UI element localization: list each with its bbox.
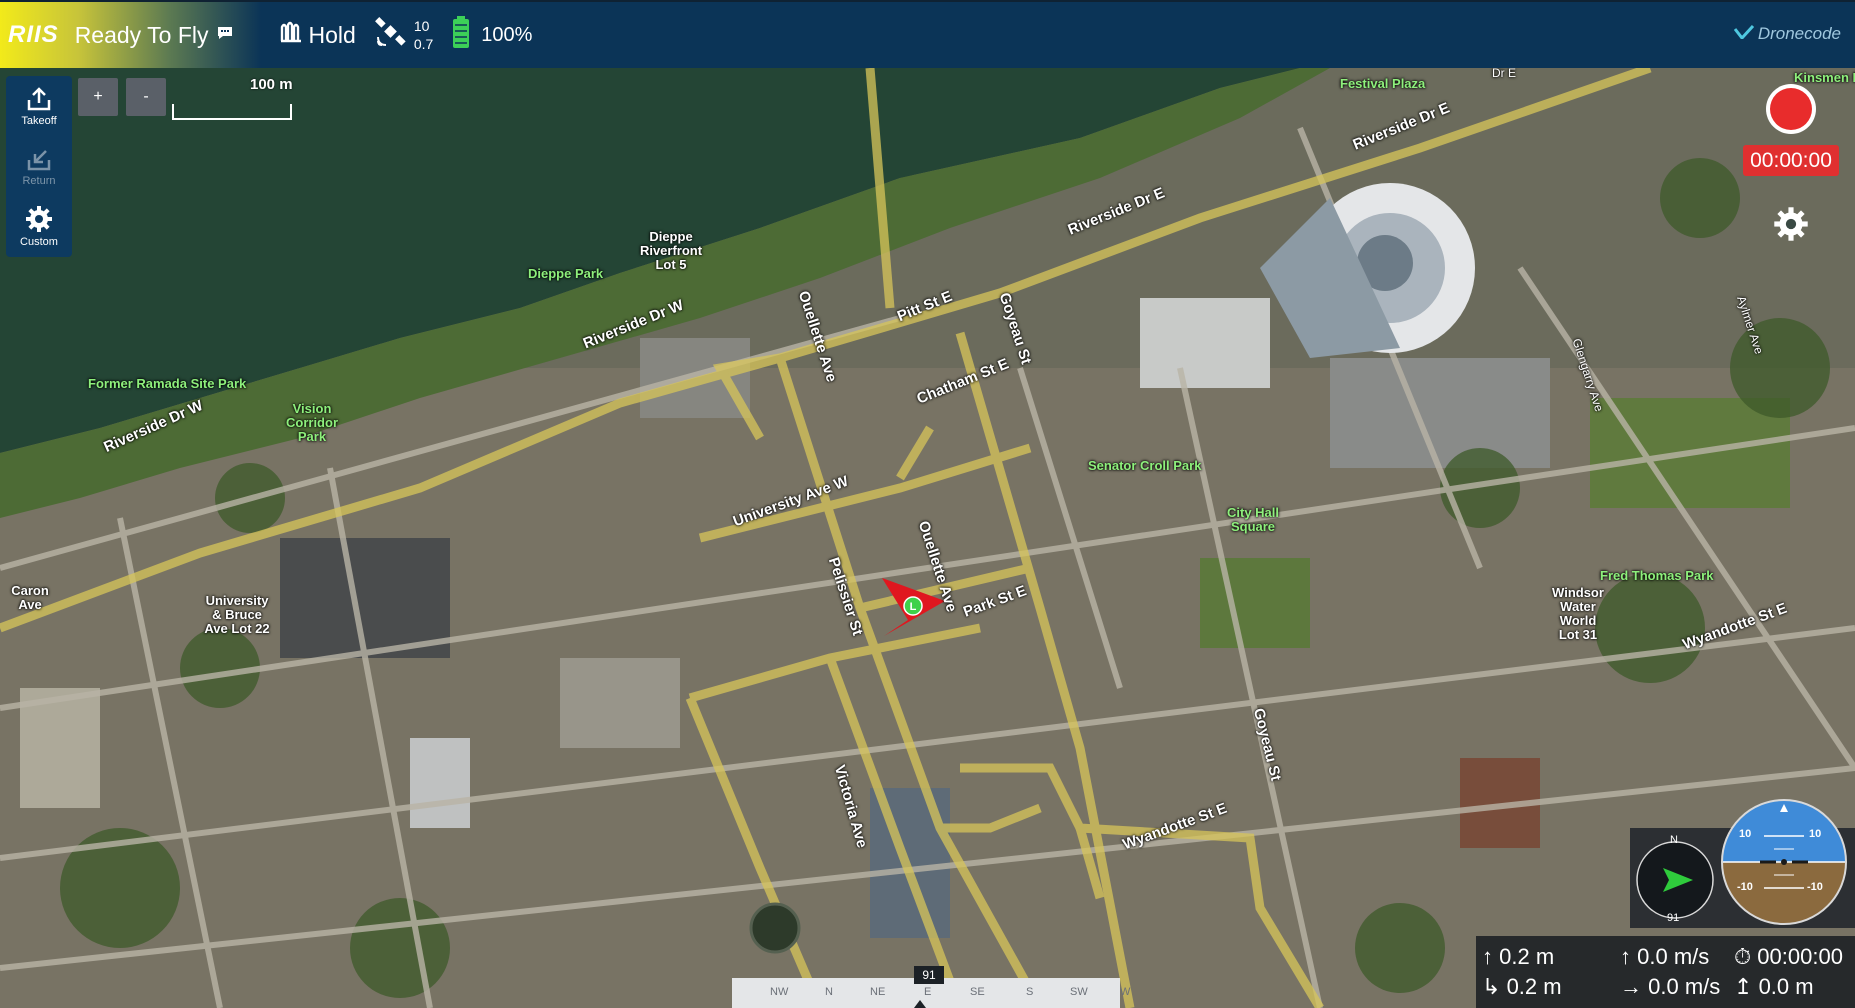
ground-speed-icon: →	[1620, 974, 1642, 999]
map-scale-label: 100 m	[250, 76, 293, 93]
pitch-up-right: 10	[1809, 828, 1822, 840]
battery-icon	[451, 15, 471, 55]
brand-name: Dronecode	[1757, 24, 1841, 43]
settings-gear-icon	[1773, 207, 1809, 246]
app-logo: RIIS	[8, 21, 59, 48]
compass-north: N	[1670, 834, 1678, 846]
gear-icon	[25, 205, 53, 236]
camera-settings-button[interactable]	[1773, 206, 1809, 242]
messages-icon[interactable]	[217, 26, 233, 45]
label-kinsmen-park: Kinsmen Par	[1794, 70, 1855, 85]
compass: N 91	[1633, 834, 1717, 924]
map-view[interactable]: L Festival Plaza Kinsmen Par Dieppe Park…	[0, 68, 1855, 1008]
flight-status[interactable]: Ready To Fly	[75, 22, 209, 49]
zoom-in-button[interactable]: +	[78, 78, 118, 116]
label-windsor-water: Windsor Water World Lot 31	[1552, 585, 1604, 642]
altitude-amsl: 0.2 m	[1506, 974, 1562, 999]
altitude-rel-row: ↑ 0.2 m	[1482, 944, 1554, 970]
distance: 0.0 m	[1758, 974, 1814, 999]
label-dieppe-park: Dieppe Park	[528, 266, 604, 281]
return-label: Return	[22, 174, 56, 187]
vertical-speed: 0.0 m/s	[1637, 944, 1710, 969]
altitude-rel: 0.2 m	[1499, 944, 1555, 969]
label-festival-plaza: Festival Plaza	[1340, 76, 1426, 91]
label-vision-corridor: Vision Corridor Park	[286, 401, 338, 444]
takeoff-button[interactable]: Takeoff	[6, 76, 72, 136]
top-toolbar: RIIS Ready To Fly Hold 10 0.7 100% Drone…	[0, 0, 1855, 68]
label-caron-ave: Caron Ave	[11, 583, 49, 612]
record-button[interactable]	[1766, 84, 1816, 134]
battery-indicator[interactable]: 100%	[451, 15, 532, 55]
pitch-down-left: -10	[1737, 881, 1753, 893]
vertical-speed-row: ↑ 0.0 m/s	[1620, 944, 1709, 970]
label-university-bruce: University & Bruce Ave Lot 22	[204, 593, 270, 636]
flight-mode[interactable]: Hold	[279, 21, 356, 49]
label-former-ramada: Former Ramada Site Park	[88, 376, 247, 391]
flight-mode-icon	[279, 21, 303, 49]
dronecode-icon	[1733, 24, 1754, 44]
attitude-indicator: 10 10 -10 -10	[1720, 798, 1848, 926]
flight-mode-label: Hold	[308, 21, 356, 48]
flight-time: 00:00:00	[1757, 944, 1843, 969]
record-icon	[1770, 88, 1812, 130]
zoom-out-button[interactable]: -	[126, 78, 166, 116]
return-icon	[26, 146, 52, 175]
pitch-down-right: -10	[1807, 881, 1823, 893]
label-senator-croll: Senator Croll Park	[1088, 458, 1202, 473]
telemetry-panel: ↑ 0.2 m ↳ 0.2 m ↑ 0.0 m/s → 0.0 m/s ⏱ 00…	[1476, 936, 1855, 1008]
record-timer: 00:00:00	[1743, 145, 1839, 176]
heading-w: W	[1120, 986, 1131, 998]
takeoff-label: Takeoff	[21, 114, 57, 127]
gps-satellite-count: 10	[413, 18, 430, 34]
compass-heading: 91	[1667, 912, 1680, 924]
brand-logo: Dronecode	[1733, 24, 1841, 44]
battery-percent: 100%	[481, 23, 533, 46]
label-dieppe-riverfront: Dieppe Riverfront Lot 5	[639, 229, 703, 272]
custom-button[interactable]: Custom	[6, 196, 72, 256]
pitch-up-left: 10	[1739, 828, 1752, 840]
tool-strip: Takeoff Return Custom	[6, 76, 72, 257]
label-fred-thomas: Fred Thomas Park	[1600, 568, 1714, 583]
gps-indicator[interactable]: 10 0.7	[374, 15, 433, 55]
label-city-hall-square: City Hall Square	[1226, 505, 1279, 534]
return-button[interactable]: Return	[6, 136, 72, 196]
distance-row: ↥ 0.0 m	[1734, 974, 1814, 1000]
altitude-amsl-row: ↳ 0.2 m	[1482, 974, 1562, 1000]
custom-label: Custom	[20, 235, 58, 248]
map-scale-bar	[172, 104, 292, 120]
svg-text:L: L	[910, 601, 917, 613]
logo-area: RIIS Ready To Fly	[0, 2, 261, 68]
heading-value: 91	[914, 966, 944, 984]
street-dr-e: Dr E	[1492, 68, 1516, 80]
home-distance-icon: ↥	[1734, 974, 1753, 999]
arrow-turn-icon: ↳	[1482, 974, 1501, 999]
vertical-speed-icon: ↑	[1620, 944, 1631, 969]
stopwatch-icon: ⏱	[1734, 944, 1752, 969]
gps-hdop: 0.7	[413, 36, 434, 52]
map-scale: 100 m	[172, 76, 296, 120]
flight-time-row: ⏱ 00:00:00	[1734, 944, 1843, 970]
arrow-up-icon: ↑	[1482, 944, 1493, 969]
satellite-icon	[374, 15, 408, 55]
ground-speed: 0.0 m/s	[1648, 974, 1721, 999]
takeoff-icon	[26, 86, 52, 115]
ground-speed-row: → 0.0 m/s	[1620, 974, 1720, 1000]
